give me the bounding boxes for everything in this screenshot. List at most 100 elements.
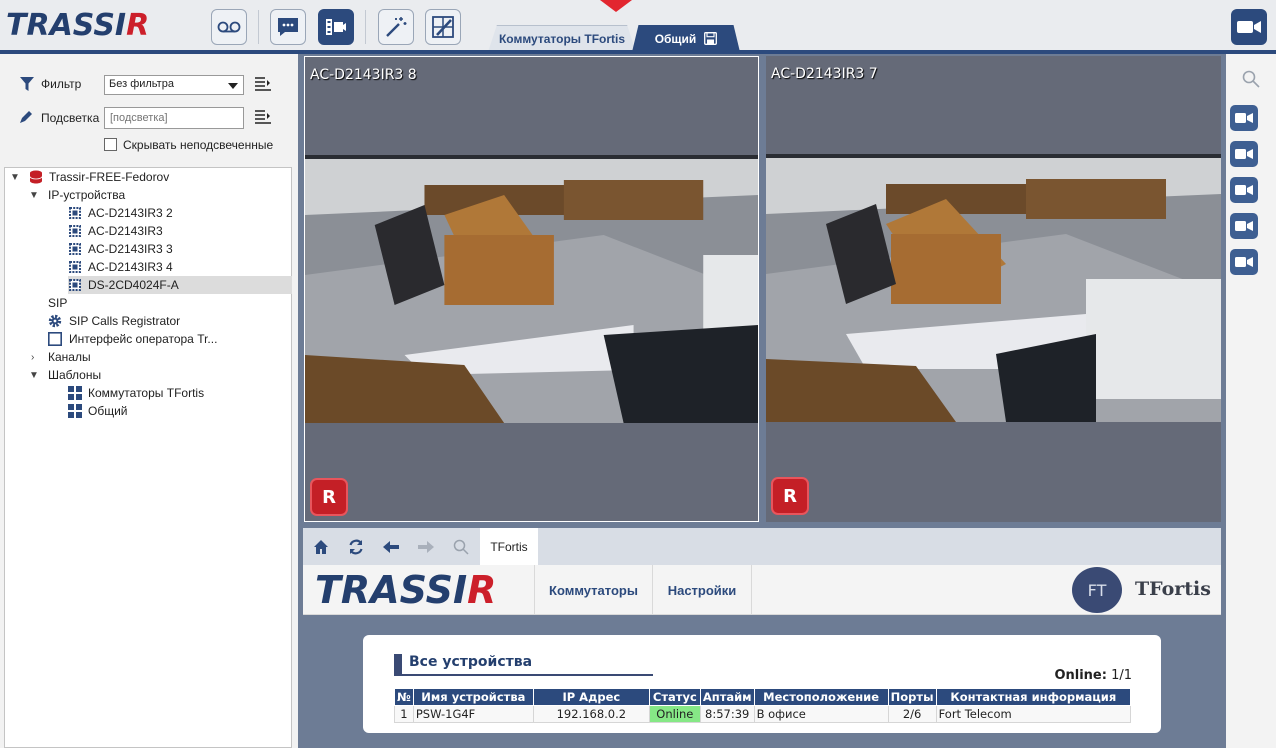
camera-channel-button[interactable] [1230,105,1258,131]
table-row[interactable]: 1 PSW-1G4F 192.168.0.2 Online 8:57:39 В … [394,705,1132,723]
cell-location: В офисе [753,705,889,723]
tree-item-templates[interactable]: Шаблоны [48,366,101,384]
collapse-icon[interactable]: ▼ [29,190,39,201]
back-button[interactable] [381,537,401,557]
tab-label: Коммутаторы TFortis [498,32,626,46]
recording-badge[interactable]: R [771,477,809,515]
nav-label: Настройки [667,582,737,598]
cell-number: 1 [394,705,414,723]
grid-template-icon [68,404,82,418]
layout-edit-button[interactable] [425,9,461,45]
column-header[interactable]: Контактная информация [935,688,1132,706]
tree-item-device[interactable]: AC-D2143IR3 4 [68,258,173,276]
cell-device-name[interactable]: PSW-1G4F [412,705,534,723]
camera-channel-button[interactable] [1230,213,1258,239]
ip-camera-chip-icon [69,261,81,273]
tree-label: Общий [88,404,128,418]
magic-wand-button[interactable] [378,9,414,45]
column-header[interactable]: Статус [648,688,701,706]
chat-button[interactable] [270,9,306,45]
cell-ports: 2/6 [887,705,937,723]
video-camera-icon [1237,21,1261,33]
browser-toolbar: TFortis [303,528,1221,565]
filter-select[interactable]: Без фильтра [104,75,244,95]
video-schedule-button[interactable] [318,9,354,45]
device-tree: ▼ Trassir-FREE-Fedorov ▼ IP-устройства A… [4,167,292,748]
highlight-options-icon[interactable] [255,110,271,124]
tree-item-server[interactable]: Trassir-FREE-Fedorov [29,168,169,186]
expand-icon[interactable]: › [31,352,34,363]
search-button[interactable] [451,537,471,557]
pencil-icon [20,111,32,123]
arrow-right-icon [418,541,434,553]
column-header[interactable]: Местоположение [753,688,889,706]
camera-title: AC-D2143IR3 8 [310,67,417,83]
camera-view[interactable]: AC-D2143IR3 7 R [766,56,1221,522]
tree-item-sip-calls-registrator[interactable]: SIP Calls Registrator [48,312,180,330]
tree-item-channels[interactable]: Каналы [48,348,91,366]
column-header[interactable]: Аптайм [699,688,755,706]
top-toolbar: TRASSIR Коммутаторы TFortis Общий [0,0,1276,52]
tree-item-sip[interactable]: SIP [48,294,67,312]
tree-item-device-selected[interactable]: DS-2CD4024F-A [68,276,292,294]
gear-icon [48,314,62,328]
tree-item-device[interactable]: AC-D2143IR3 2 [68,204,173,222]
video-camera-icon [1235,149,1253,159]
ip-camera-chip-icon [69,207,81,219]
filter-icon [20,77,34,91]
tree-label: AC-D2143IR3 3 [88,242,173,256]
recording-badge[interactable]: R [310,478,348,516]
home-button[interactable] [311,537,331,557]
cell-contact: Fort Telecom [935,705,1132,723]
magic-wand-icon [386,17,407,37]
hide-unhighlighted-checkbox[interactable] [104,138,117,151]
tab-obshchiy[interactable]: Общий [632,25,740,52]
tree-label: Каналы [48,350,91,364]
forward-button[interactable] [416,537,436,557]
table-header-row: № Имя устройства IP Адрес Статус Аптайм … [394,688,1132,706]
column-header[interactable]: Порты [887,688,937,706]
video-camera-icon [1235,113,1253,123]
camera-channel-button[interactable] [1230,249,1258,275]
hide-unhighlighted-label: Скрывать неподсвеченные [123,138,274,152]
tree-item-template[interactable]: Коммутаторы TFortis [68,384,204,402]
web-header: TRASSIR Коммутаторы Настройки FT TFortis [303,565,1221,615]
column-header[interactable]: Имя устройства [412,688,534,706]
cell-ip[interactable]: 192.168.0.2 [532,705,650,723]
tree-label: Trassir-FREE-Fedorov [49,170,170,184]
video-camera-button[interactable] [1231,9,1267,45]
camera-channel-button[interactable] [1230,177,1258,203]
tree-label: DS-2CD4024F-A [88,278,179,292]
ip-camera-chip-icon [69,225,81,237]
video-camera-icon [1235,185,1253,195]
video-grid: AC-D2143IR3 8 R AC-D2143IR3 7 R [298,54,1226,524]
site-logo[interactable]: TRASSIR [315,568,496,612]
tree-item-operator-interface[interactable]: Интерфейс оператора Tr... [48,330,217,348]
column-header[interactable]: № [394,688,414,706]
voicemail-button[interactable] [211,9,247,45]
layout-edit-icon [432,16,454,38]
devices-table: № Имя устройства IP Адрес Статус Аптайм … [394,688,1132,723]
refresh-button[interactable] [346,537,366,557]
highlight-input[interactable] [104,107,244,129]
ip-camera-chip-icon [69,243,81,255]
tree-item-device[interactable]: AC-D2143IR3 3 [68,240,173,258]
save-icon[interactable] [704,32,718,45]
tree-item-device[interactable]: AC-D2143IR3 [68,222,163,240]
tree-item-template[interactable]: Общий [68,402,128,420]
filter-options-icon[interactable] [255,77,271,91]
collapse-icon[interactable]: ▼ [10,172,20,183]
tree-item-ip-devices[interactable]: IP-устройства [48,186,125,204]
nav-nastroyki[interactable]: Настройки [652,565,752,615]
tab-kommutatory-tfortis[interactable]: Коммутаторы TFortis [488,25,636,52]
browser-tab-tfortis[interactable]: TFortis [480,528,538,565]
camera-channel-button[interactable] [1230,141,1258,167]
nav-kommutatory[interactable]: Коммутаторы [534,565,652,615]
search-icon[interactable] [1242,70,1260,88]
grid-template-icon [68,386,82,400]
column-header[interactable]: IP Адрес [532,688,650,706]
tree-label: IP-устройства [48,188,126,202]
tab-label: Общий [654,31,697,46]
collapse-icon[interactable]: ▼ [29,370,39,381]
camera-view[interactable]: AC-D2143IR3 8 R [304,56,759,522]
